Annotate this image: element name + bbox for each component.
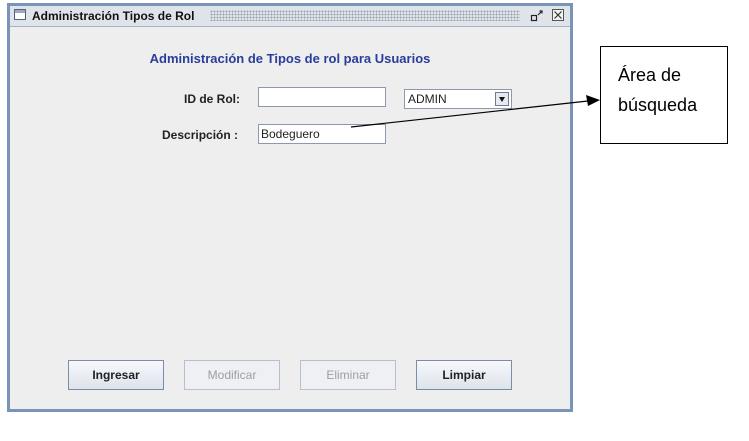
ingresar-button[interactable]: Ingresar: [68, 360, 164, 390]
limpiar-button[interactable]: Limpiar: [416, 360, 512, 390]
window-title: Administración Tipos de Rol: [32, 9, 195, 23]
descripcion-input[interactable]: [258, 124, 386, 144]
search-area-callout: Área de búsqueda: [600, 46, 728, 144]
eliminar-button[interactable]: Eliminar: [300, 360, 396, 390]
id-rol-label: ID de Rol:: [184, 92, 240, 106]
form-heading: Administración de Tipos de rol para Usua…: [149, 51, 431, 66]
title-bar[interactable]: Administración Tipos de Rol: [10, 6, 570, 27]
descripcion-label: Descripción :: [162, 128, 239, 142]
title-grip: [210, 10, 520, 21]
chevron-down-icon[interactable]: [495, 92, 509, 106]
modificar-button[interactable]: Modificar: [184, 360, 280, 390]
callout-text: Área de búsqueda: [618, 65, 698, 115]
role-select[interactable]: ADMIN: [404, 89, 512, 109]
window-icon: [14, 9, 26, 20]
internal-frame-window: Administración Tipos de Rol Administraci…: [7, 3, 573, 412]
close-icon[interactable]: [552, 9, 564, 21]
minimize-icon[interactable]: [530, 9, 544, 23]
role-select-value: ADMIN: [408, 92, 447, 106]
form-panel: Administración de Tipos de rol para Usua…: [10, 27, 570, 409]
id-rol-input[interactable]: [258, 87, 386, 107]
